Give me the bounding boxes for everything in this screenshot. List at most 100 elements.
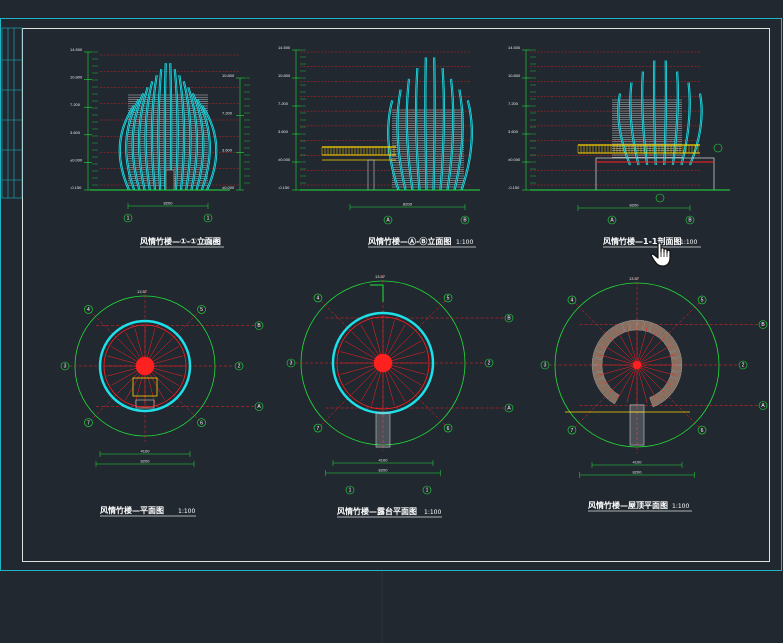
axis-bubble: A [607, 215, 617, 225]
roof-segment [591, 365, 603, 373]
caption-section-scale: 1:100 [680, 239, 697, 246]
level-label: -0.150 [278, 185, 290, 190]
caption-plan2-scale: 1:100 [424, 509, 441, 516]
section-1-1-drawing[interactable]: 14.500 10.800 7.200 3.600 ±0.000 -0.150 8200 A B [508, 45, 730, 225]
detail-marker [713, 143, 723, 153]
level-label: ±0.000 [508, 157, 521, 162]
axis-bubble-label: 2 [742, 363, 745, 369]
axis-bubble: 4 [84, 305, 93, 314]
caption-plan1-title: 风情竹楼—平面图 [100, 505, 164, 515]
north-marker [370, 284, 384, 302]
dimension: 8200 [349, 202, 466, 210]
door-opening [165, 169, 175, 191]
axis-bubble-label: B [507, 316, 511, 322]
dimension: 4100 [99, 449, 191, 457]
axis-bubble: A [254, 402, 264, 411]
axis-bubble-label: A [610, 218, 614, 224]
rafter [636, 364, 648, 403]
level-label: 7.200 [222, 110, 233, 115]
axis-bubble: 1 [422, 485, 432, 495]
axis-bubble-label: A [507, 406, 511, 412]
axis-bubble-label: 3 [290, 361, 293, 367]
axis-bubble-label: 7 [571, 428, 574, 434]
level-scale: 14.500 10.800 7.200 3.600 ±0.000 -0.150 [70, 47, 98, 191]
axis-bubble: 1 [345, 485, 355, 495]
dim-label: 8200 [403, 202, 413, 207]
dim-label: 8200 [141, 459, 151, 464]
axis-bubble: 4 [567, 295, 577, 305]
axis-bubble: 3 [540, 360, 550, 370]
level-label: 3.600 [278, 129, 289, 134]
rafter [636, 364, 675, 376]
roof-plan-drawing[interactable]: 4 5 6 7 3 2 B A 4100 8200 13.57 [540, 276, 768, 478]
caption-elev-b-scale: 1:100 [456, 239, 473, 246]
axis-bubble-label: B [463, 218, 467, 224]
level-label: 7.200 [508, 101, 519, 106]
level-scale: 10.800 7.200 3.600 ±0.000 [222, 73, 250, 191]
axis-bubble: 5 [697, 295, 707, 305]
level-label: 7.200 [70, 102, 81, 107]
elevation-a-b-drawing[interactable]: 14.500 10.800 7.200 3.600 ±0.000 -0.150 8200 A B [278, 45, 480, 225]
detail-marker [655, 193, 665, 203]
axis-bubble-label: 6 [200, 420, 203, 426]
caption-plan2-title: 风情竹楼—露台平面图 [337, 506, 417, 516]
axis-bubble-label: 4 [317, 296, 320, 302]
deck-column [367, 159, 375, 191]
rafter [599, 354, 638, 366]
level-label: 10.800 [278, 73, 291, 78]
level-label: 10.800 [508, 73, 521, 78]
radius-dim-label: 13.57 [375, 274, 386, 279]
axis-bubble-label: B [688, 218, 692, 224]
railing [321, 146, 396, 156]
axis-bubble-label: 5 [200, 307, 203, 313]
axis-bubble: 2 [484, 358, 494, 368]
caption-plan3-scale: 1:100 [672, 503, 689, 510]
dim-label: 8200 [164, 201, 174, 206]
rafter [636, 354, 675, 366]
roof-segment [591, 357, 603, 366]
dim-label: 4100 [141, 449, 151, 454]
level-label: -0.150 [508, 185, 520, 190]
axis-bubble: A [758, 401, 768, 410]
axis-bubble-label: A [386, 218, 390, 224]
axis-bubble-label: 4 [87, 307, 90, 313]
level-label: ±0.000 [70, 157, 83, 162]
cad-drawing-sheet[interactable]: 14.500 10.800 7.200 3.600 ±0.000 -0.150 10.800… [0, 0, 783, 643]
dim-label: 8200 [379, 468, 389, 473]
axis-bubble-label: 4 [571, 298, 574, 304]
axis-bubble-label: 7 [317, 426, 320, 432]
axis-bubble-label: 7 [87, 420, 90, 426]
level-label: 3.600 [70, 130, 81, 135]
dim-label: 4100 [633, 460, 643, 465]
caption-elev-b-title: 风情竹楼—Ⓐ-Ⓑ立面图 [368, 236, 451, 246]
roof-segment [629, 319, 637, 331]
dimension: 4100 [332, 458, 434, 466]
floor-plan-drawing[interactable]: 4 5 6 7 3 2 B A 4100 8200 13.57 [60, 289, 264, 467]
axis-bubble: 6 [443, 423, 453, 433]
dimension: 8200 [95, 459, 195, 467]
dimension: 8200 [579, 470, 695, 478]
axis-bubble-label: 1 [349, 488, 352, 494]
radius-dim-label: 13.57 [629, 276, 640, 281]
caption-plan1-scale: 1:100 [178, 508, 195, 515]
axis-bubble: B [758, 320, 768, 329]
axis-bubble-label: 1 [127, 216, 130, 222]
axis-bubble-label: 6 [701, 428, 704, 434]
hatch-block [630, 404, 644, 446]
caption-elev-a-scale: 1:100 [203, 239, 220, 246]
rafter [636, 327, 648, 366]
axis-bubble-label: 3 [64, 364, 67, 370]
terrace-plan-drawing[interactable]: 4 5 6 7 3 2 B A 4100 8200 13.57 1 1 [286, 274, 514, 495]
axis-bubble-label: 5 [701, 298, 704, 304]
rafter [626, 364, 638, 403]
central-column [632, 360, 642, 370]
axis-bubble: 7 [313, 423, 323, 433]
caption-plan2: 风情竹楼—露台平面图 1:100 [337, 506, 442, 518]
level-label: -0.150 [70, 185, 82, 190]
level-label: 10.800 [70, 75, 83, 80]
axis-bubble: 6 [197, 418, 206, 427]
axis-bubble-label: 2 [238, 364, 241, 370]
elevation-1-1-drawing[interactable]: 14.500 10.800 7.200 3.600 ±0.000 -0.150 10.800… [70, 47, 250, 223]
roof-segment [671, 364, 683, 373]
radius-dim-label: 13.57 [137, 289, 148, 294]
